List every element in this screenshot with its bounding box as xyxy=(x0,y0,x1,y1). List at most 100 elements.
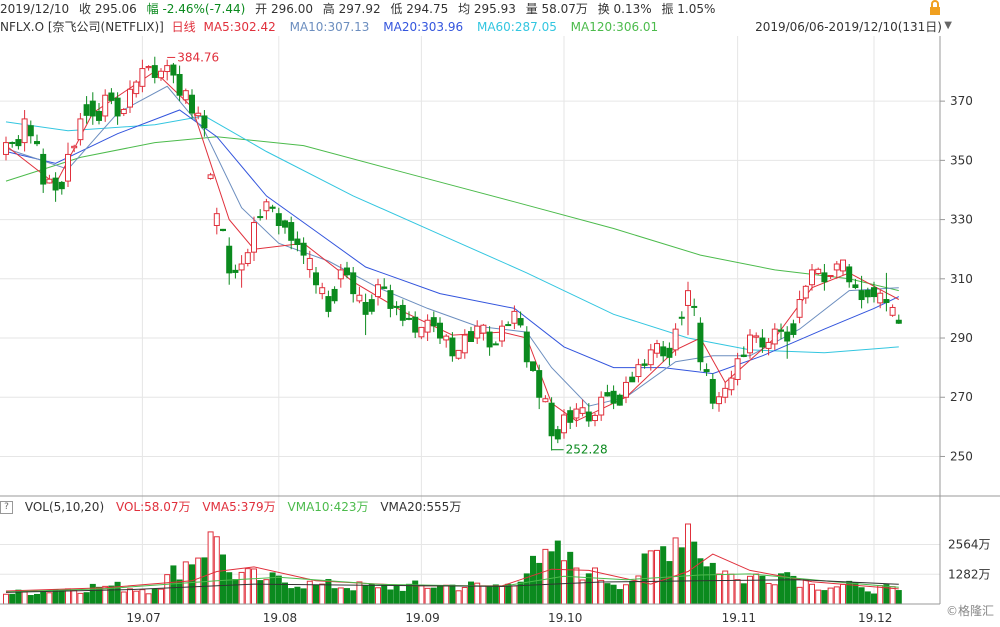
candle-body xyxy=(114,97,121,117)
candle-body xyxy=(46,178,53,184)
candle-body xyxy=(269,206,276,209)
candle-body xyxy=(263,201,270,212)
volume-bar xyxy=(740,583,747,605)
candle-body xyxy=(313,272,319,286)
volume-bar xyxy=(275,575,282,605)
volume-bar xyxy=(151,588,158,605)
volume-bar xyxy=(3,593,9,605)
candle-body xyxy=(325,296,332,312)
candle-body xyxy=(771,328,778,345)
vol-title: VOL(5,10,20) xyxy=(24,500,105,514)
candle-body xyxy=(437,322,443,339)
volume-bar xyxy=(709,562,716,605)
volume-bar xyxy=(120,591,127,605)
volume-bar xyxy=(598,579,605,605)
candle-body xyxy=(220,228,226,232)
volume-bar xyxy=(672,537,679,605)
candle-body xyxy=(207,174,214,179)
volume-bar xyxy=(486,585,493,605)
volume-bar xyxy=(492,584,499,605)
price-tick-label: 250 xyxy=(950,449,973,463)
candle-body xyxy=(759,337,766,348)
volume-bar xyxy=(139,589,146,605)
volume-bar xyxy=(344,588,350,605)
candle-body xyxy=(244,252,251,264)
price-tick-label: 330 xyxy=(950,213,973,227)
volume-bar xyxy=(573,567,580,605)
candle-body xyxy=(703,369,710,373)
candle-body xyxy=(635,364,642,378)
ma120-path xyxy=(5,136,899,292)
volume-bar xyxy=(697,558,704,605)
volume-bar xyxy=(889,586,896,605)
candle-body xyxy=(176,73,183,96)
volume-bar xyxy=(381,584,388,605)
volume-bar xyxy=(561,560,567,605)
candle-body xyxy=(840,259,846,272)
candle-body xyxy=(306,257,313,271)
candle-body xyxy=(585,411,592,422)
volume-bar xyxy=(604,583,611,605)
help-icon[interactable]: ? xyxy=(0,501,13,514)
candle-body xyxy=(523,331,530,363)
candle-body xyxy=(83,104,90,116)
price-tick-label: 290 xyxy=(950,331,973,345)
volume-bar xyxy=(58,589,65,605)
candle-body xyxy=(623,381,629,398)
volume-bar xyxy=(765,582,772,605)
volume-bar xyxy=(511,585,518,605)
volume-bar xyxy=(232,579,239,605)
volume-bar xyxy=(728,573,735,605)
candle-body xyxy=(319,287,326,295)
candle-body xyxy=(145,66,152,69)
volume-bar xyxy=(790,575,797,605)
candle-body xyxy=(189,94,195,114)
candle-body xyxy=(604,392,611,397)
volume-bar xyxy=(300,588,307,605)
volume-bar xyxy=(877,585,884,605)
volume-bar xyxy=(778,573,784,605)
volume-bar xyxy=(34,593,40,605)
volume-bar xyxy=(251,568,257,605)
volume-bar xyxy=(350,590,357,605)
volume-legend: ? VOL(5,10,20) VOL:58.07万 VMA5:379万 VMA1… xyxy=(0,498,940,516)
volume-bar xyxy=(9,593,16,605)
volume-bar xyxy=(77,592,84,605)
volume-bar xyxy=(530,555,536,605)
volume-bar xyxy=(46,592,53,605)
volume-bar xyxy=(666,561,673,605)
candle-body xyxy=(226,245,233,274)
candle-body xyxy=(877,292,884,304)
volume-bar xyxy=(387,589,394,605)
volume-bar xyxy=(647,550,654,605)
candle-body xyxy=(697,322,704,363)
vma10-value: VMA10:423万 xyxy=(287,500,369,514)
candle-body xyxy=(548,402,555,437)
volume-bar xyxy=(288,588,295,605)
candle-body xyxy=(34,141,40,145)
vma5-value: VMA5:379万 xyxy=(202,500,276,514)
candle-body xyxy=(778,329,784,332)
candle-body xyxy=(418,326,425,338)
volume-bar xyxy=(127,588,133,605)
candles-group xyxy=(3,56,902,451)
candle-body xyxy=(232,269,239,273)
volume-bar xyxy=(331,588,338,605)
candle-body xyxy=(809,269,815,286)
volume-bar xyxy=(294,586,301,605)
volume-bar xyxy=(263,579,270,605)
volume-bar xyxy=(27,595,34,605)
volume-bar xyxy=(554,540,561,605)
volume-bar xyxy=(815,589,822,605)
price-tick-label: 350 xyxy=(950,153,973,167)
volume-bar xyxy=(895,590,902,605)
candle-body xyxy=(461,334,468,354)
candle-body xyxy=(288,222,295,241)
low-annotation: 252.28 xyxy=(566,443,608,457)
candle-body xyxy=(672,328,679,351)
candle-body xyxy=(52,177,59,191)
volume-bar xyxy=(833,586,840,605)
chart-grid xyxy=(0,36,940,604)
volume-bar xyxy=(796,586,803,605)
candle-body xyxy=(443,335,450,341)
